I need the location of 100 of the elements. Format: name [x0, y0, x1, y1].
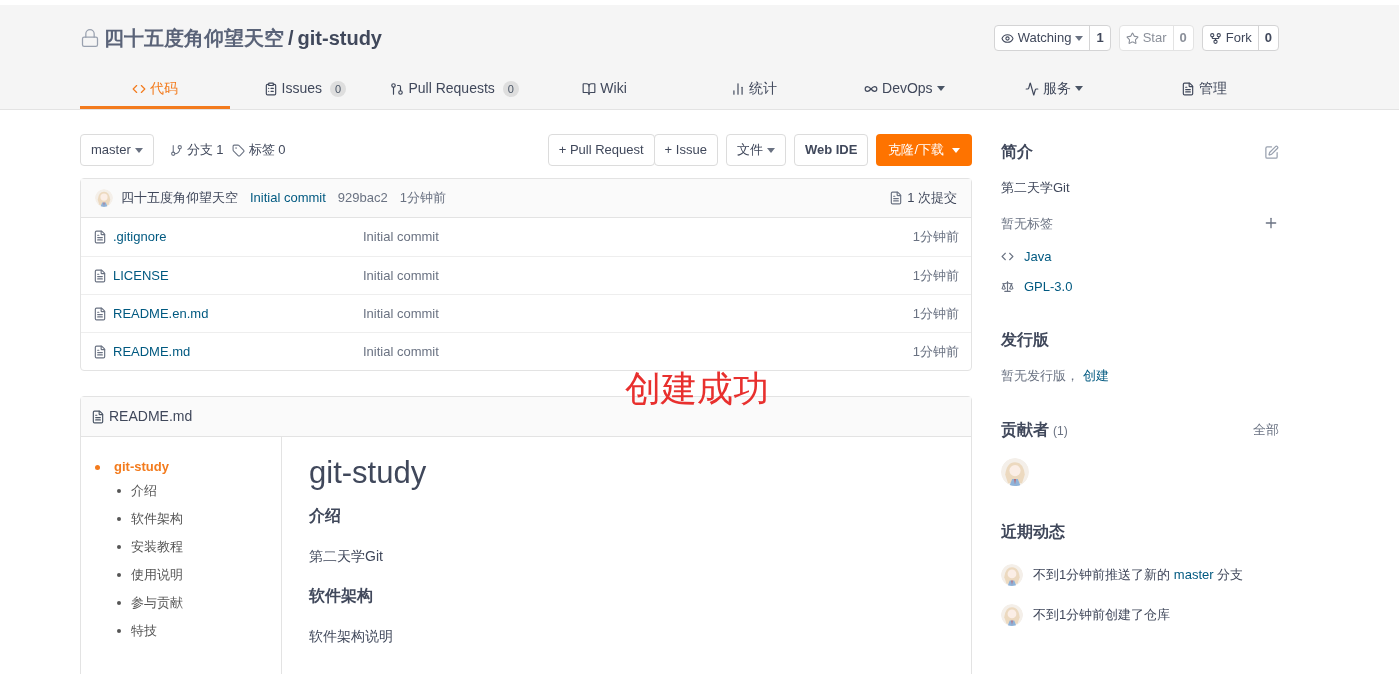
caret-icon — [1075, 35, 1084, 41]
pull-request-icon — [390, 81, 405, 96]
activity-text: 不到1分钟前创建了仓库 — [1033, 605, 1171, 624]
file-icon — [93, 268, 107, 283]
nav-tab[interactable]: 统计 — [679, 71, 830, 109]
action-count: 0 — [1257, 26, 1278, 50]
scale-icon — [1001, 279, 1014, 293]
create-button[interactable]: + Pull Request — [547, 134, 655, 166]
commit-time: 1分钟前 — [399, 189, 446, 208]
readme-subheading: 介绍 — [309, 506, 342, 526]
commit-hash[interactable]: 929bac2 — [337, 188, 388, 208]
file-time: 1分钟前 — [912, 228, 959, 247]
file-name[interactable]: LICENSE — [113, 265, 363, 286]
no-releases-text: 暂无发行版， — [1001, 368, 1079, 383]
commits-icon — [889, 191, 904, 205]
toc-link[interactable]: 软件架构 — [131, 509, 183, 529]
bullet-icon — [117, 629, 121, 633]
branch-icon — [169, 143, 183, 157]
branch-link[interactable]: master — [1173, 566, 1214, 582]
nav-tab[interactable]: 服务 — [979, 71, 1130, 109]
commit-message[interactable]: Initial commit — [250, 188, 326, 208]
commit-count[interactable]: 1 次提交 — [907, 188, 957, 208]
path-separator: / — [288, 26, 294, 51]
annotation-text: 创建成功 — [625, 369, 769, 409]
no-tags-text: 暂无标签 — [1001, 214, 1053, 233]
edit-icon[interactable] — [1264, 144, 1279, 160]
pulse-icon — [1025, 81, 1040, 96]
readme-paragraph: 软件架构说明 — [309, 627, 394, 646]
caret-icon — [134, 147, 143, 153]
license-link[interactable]: GPL-3.0 — [1024, 276, 1073, 296]
readme-paragraph: 第二天学Git — [309, 547, 384, 566]
caret-icon — [936, 86, 945, 91]
nav-tab[interactable]: Wiki — [529, 71, 680, 109]
count-badge: 0 — [502, 80, 519, 97]
action-count: 0 — [1172, 26, 1193, 50]
toc-link[interactable]: 介绍 — [131, 481, 157, 501]
action-button[interactable]: Watching — [994, 26, 1090, 50]
activity-text: 不到1分钟前推送了新的 master 分支 — [1033, 565, 1244, 584]
readme-subheading: 软件架构 — [309, 586, 374, 606]
file-icon — [91, 409, 105, 424]
toc-link[interactable]: 特技 — [131, 621, 157, 641]
file-commit-message[interactable]: Initial commit — [363, 265, 913, 286]
contributor-count: (1) — [1053, 422, 1068, 440]
readme-title: README.md — [109, 407, 193, 426]
star-icon — [1125, 31, 1139, 45]
repo-owner[interactable]: 四十五度角仰望天空 — [104, 23, 284, 53]
bar-chart-icon — [731, 81, 746, 96]
section-title: 简介 — [1001, 142, 1033, 162]
file-time: 1分钟前 — [912, 304, 959, 323]
nav-tab[interactable]: Pull Requests 0 — [379, 71, 530, 109]
book-icon — [582, 81, 597, 96]
bullet-icon — [117, 489, 121, 493]
all-link[interactable]: 全部 — [1253, 419, 1279, 440]
nav-tab[interactable]: Issues 0 — [229, 71, 380, 109]
count-badge: 0 — [330, 80, 347, 97]
branch-select[interactable]: master — [80, 134, 154, 166]
bullet-icon — [95, 464, 100, 470]
file-commit-message[interactable]: Initial commit — [363, 303, 913, 324]
file-icon — [93, 306, 107, 321]
file-time: 1分钟前 — [912, 342, 959, 361]
section-title: 发行版 — [1001, 330, 1050, 350]
lock-icon — [80, 28, 100, 48]
bullet-icon — [117, 545, 121, 549]
language-link[interactable]: Java — [1024, 247, 1052, 267]
fork-icon — [1208, 31, 1222, 45]
repo-name[interactable]: git-study — [297, 23, 382, 53]
repo-description: 第二天学Git — [1001, 179, 1071, 197]
caret-icon — [952, 147, 960, 153]
toc-link[interactable]: 安装教程 — [131, 537, 183, 557]
bullet-icon — [117, 573, 121, 577]
eye-icon — [1000, 31, 1014, 45]
section-title: 近期动态 — [1001, 521, 1066, 542]
file-commit-message[interactable]: Initial commit — [363, 227, 913, 247]
toc-link[interactable]: 参与贡献 — [131, 593, 183, 613]
file-name[interactable]: README.md — [113, 341, 363, 362]
create-button[interactable]: + Issue — [653, 134, 718, 166]
nav-tab[interactable]: 管理 — [1129, 71, 1279, 109]
document-icon — [1181, 81, 1196, 96]
file-name[interactable]: .gitignore — [113, 227, 363, 247]
action-count: 1 — [1089, 26, 1110, 50]
bullet-icon — [117, 601, 121, 605]
toc-link[interactable]: 使用说明 — [131, 565, 183, 585]
branch-count[interactable]: 分支 1 — [186, 140, 224, 160]
nav-tab[interactable]: DevOps — [829, 71, 980, 109]
file-name[interactable]: README.en.md — [113, 303, 363, 324]
tag-count[interactable]: 标签 0 — [248, 140, 286, 160]
readme-heading: git-study — [309, 454, 428, 492]
bullet-icon — [117, 517, 121, 521]
web-ide-button[interactable]: Web IDE — [793, 134, 869, 166]
section-title: 贡献者 — [1001, 419, 1049, 441]
commit-author[interactable]: 四十五度角仰望天空 — [121, 188, 238, 208]
create-link[interactable]: 创建 — [1083, 368, 1109, 383]
checklist-icon — [263, 81, 278, 96]
file-menu-button[interactable]: 文件 — [725, 134, 786, 166]
file-time: 1分钟前 — [912, 266, 959, 285]
file-commit-message[interactable]: Initial commit — [363, 341, 913, 362]
caret-icon — [1075, 86, 1084, 91]
caret-icon — [766, 147, 775, 153]
tag-icon — [231, 143, 245, 157]
action-button[interactable]: Fork — [1202, 26, 1258, 50]
